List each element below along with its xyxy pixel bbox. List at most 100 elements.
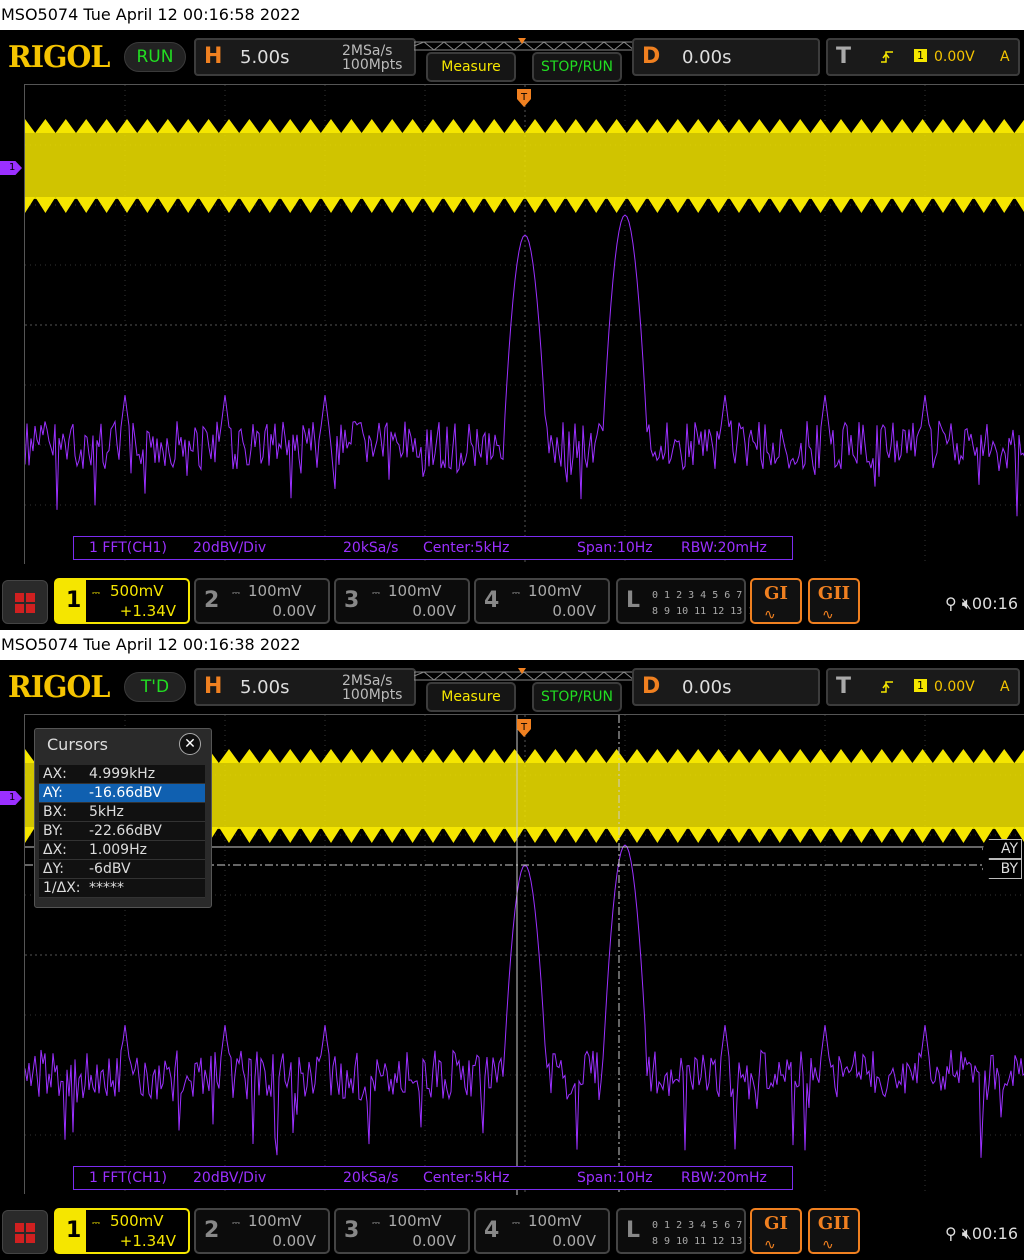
channel-1-offset-marker[interactable]: 1 [0,161,22,175]
fft-rbw: RBW:20mHz [681,540,767,556]
generator-1-button[interactable]: GI ∿ [750,578,802,624]
generator-2-label: GII [817,1213,851,1234]
channel-4-box[interactable]: 4 ⎓ 100mV 0.00V [474,1208,610,1254]
generator-2-button[interactable]: GII ∿ [808,1208,860,1254]
sample-rate: 2MSa/s [342,673,393,689]
cursor-row[interactable]: ΔY: -6dBV [39,860,205,879]
generator-1-label: GI [764,583,788,604]
speaker-muted-icon[interactable]: 🔇︎ [962,594,972,613]
channel-4-box[interactable]: 4 ⎓ 100mV 0.00V [474,578,610,624]
channel-1-box[interactable]: 1 ⎓ 500mV +1.34V [54,1208,190,1254]
sine-wave-icon: ∿ [764,1237,776,1253]
generator-1-button[interactable]: GI ∿ [750,1208,802,1254]
channel-2-box[interactable]: 2 ⎓ 100mV 0.00V [194,1208,330,1254]
channel-2-scale: 100mV [248,582,302,600]
channel-4-scale: 100mV [528,582,582,600]
cursor-row-value: -16.66dBV [89,785,162,801]
trigger-level: 0.00V [934,49,975,65]
trigger-box[interactable]: T 1 0.00V A [826,38,1020,76]
cursor-row-key: ΔY: [43,861,64,877]
waveform-display [25,85,1024,565]
cursor-row[interactable]: 1/ΔX: ***** [39,879,205,898]
channel-3-offset: 0.00V [412,1232,456,1250]
trigger-position-marker: T [517,719,531,737]
logic-row-1: 0 1 2 3 4 5 6 7 [652,1220,743,1231]
channel-1-offset-marker[interactable]: 1 [0,791,22,805]
cursor-by-label[interactable]: BY [982,859,1022,879]
channel-3-offset: 0.00V [412,602,456,620]
close-icon[interactable]: ✕ [179,733,201,755]
home-menu-button[interactable] [2,1210,48,1254]
channel-1-scale: 500mV [110,1212,164,1230]
channel-4-number: 4 [484,588,500,613]
delay-letter: D [642,44,661,69]
channel-3-scale: 100mV [388,1212,442,1230]
channel-3-box[interactable]: 3 ⎓ 100mV 0.00V [334,578,470,624]
status-time: 00:16 [971,594,1018,613]
rigol-logo: RIGOL [8,670,110,705]
speaker-muted-icon[interactable]: 🔇︎ [962,1224,972,1243]
logic-row-1: 0 1 2 3 4 5 6 7 [652,590,743,601]
svg-text:T: T [520,92,528,103]
screenshot-caption: MSO5074 Tue April 12 00:16:58 2022 [0,0,1024,30]
trigger-box[interactable]: T 1 0.00V A [826,668,1020,706]
trigger-source: 1 [914,49,927,62]
fft-rbw: RBW:20mHz [681,1170,767,1186]
fft-scale: 20dBV/Div [193,1170,267,1186]
home-menu-button[interactable] [2,580,48,624]
cursor-row[interactable]: AY: -16.66dBV [39,784,205,803]
horizontal-letter: H [204,674,223,699]
bottom-toolbar: 1 ⎓ 500mV +1.34V 2 ⎓ 100mV 0.00V 3 ⎓ 100mV 0.00V… [0,1204,1024,1256]
run-status-button[interactable]: RUN [124,42,186,72]
channel-1-offset: +1.34V [119,602,176,620]
cursor-row-value: 1.009Hz [89,842,147,858]
timebase-value: 5.00s [240,677,290,698]
logic-analyzer-box[interactable]: L0 1 2 3 4 5 6 78 9 10 11 12 13 14 15 [616,1208,778,1254]
fft-info-bar: 1 FFT(CH1) 20dBV/Div 20kSa/s Center:5kHz… [73,536,793,560]
measure-button[interactable]: Measure [426,52,516,82]
delay-box[interactable]: D 0.00s [632,38,820,76]
fft-info-bar: 1 FFT(CH1) 20dBV/Div 20kSa/s Center:5kHz… [73,1166,793,1190]
horizontal-timebase-box[interactable]: H 5.00s 2MSa/s 100Mpts [194,38,416,76]
cursor-ay-label[interactable]: AY [982,839,1022,859]
timebase-value: 5.00s [240,47,290,68]
generator-2-button[interactable]: GII ∿ [808,578,860,624]
screenshot-1: MSO5074 Tue April 12 00:16:58 2022 RIGOL… [0,0,1024,630]
delay-value: 0.00s [682,677,732,698]
cursor-row[interactable]: AX: 4.999kHz [39,765,205,784]
trigger-level: 0.00V [934,679,975,695]
channel-1-waveform [25,119,1024,213]
channel-3-box[interactable]: 3 ⎓ 100mV 0.00V [334,1208,470,1254]
fft-source: 1 FFT(CH1) [89,1170,167,1186]
screenshot-caption: MSO5074 Tue April 12 00:16:38 2022 [0,630,1024,660]
channel-2-offset: 0.00V [272,1232,316,1250]
channel-2-offset: 0.00V [272,602,316,620]
channel-4-number: 4 [484,1218,500,1243]
channel-1-box[interactable]: 1 ⎓ 500mV +1.34V [54,578,190,624]
stop-run-button[interactable]: STOP/RUN [532,682,622,712]
fft-span: Span:10Hz [577,1170,653,1186]
run-status-button[interactable]: T'D [124,672,186,702]
channel-3-number: 3 [344,588,360,613]
waveform-grid[interactable]: T [24,84,1024,565]
stop-run-button[interactable]: STOP/RUN [532,52,622,82]
waveform-overview-icon [414,668,634,681]
usb-icon: ⚲ [944,594,957,613]
cursor-row-key: AX: [43,766,67,782]
cursor-row[interactable]: BX: 5kHz [39,803,205,822]
top-toolbar: RIGOL T'D H 5.00s 2MSa/s 100Mpts Measure… [0,664,1024,714]
logic-analyzer-box[interactable]: L0 1 2 3 4 5 6 78 9 10 11 12 13 14 15 [616,578,778,624]
status-area: ⚲ 🔇︎00:16 [945,594,1018,614]
channel-2-box[interactable]: 2 ⎓ 100mV 0.00V [194,578,330,624]
cursor-row[interactable]: ΔX: 1.009Hz [39,841,205,860]
fft-rate: 20kSa/s [343,540,399,556]
memory-depth: 100Mpts [342,57,403,73]
cursor-row-key: 1/ΔX: [43,880,81,896]
delay-box[interactable]: D 0.00s [632,668,820,706]
horizontal-timebase-box[interactable]: H 5.00s 2MSa/s 100Mpts [194,668,416,706]
channel-4-offset: 0.00V [552,1232,596,1250]
cursor-row[interactable]: BY: -22.66dBV [39,822,205,841]
memory-depth: 100Mpts [342,687,403,703]
measure-button[interactable]: Measure [426,682,516,712]
cursors-panel[interactable]: Cursors ✕ AX: 4.999kHz AY: -16.66dBV BX: 5kHz… [34,728,212,908]
